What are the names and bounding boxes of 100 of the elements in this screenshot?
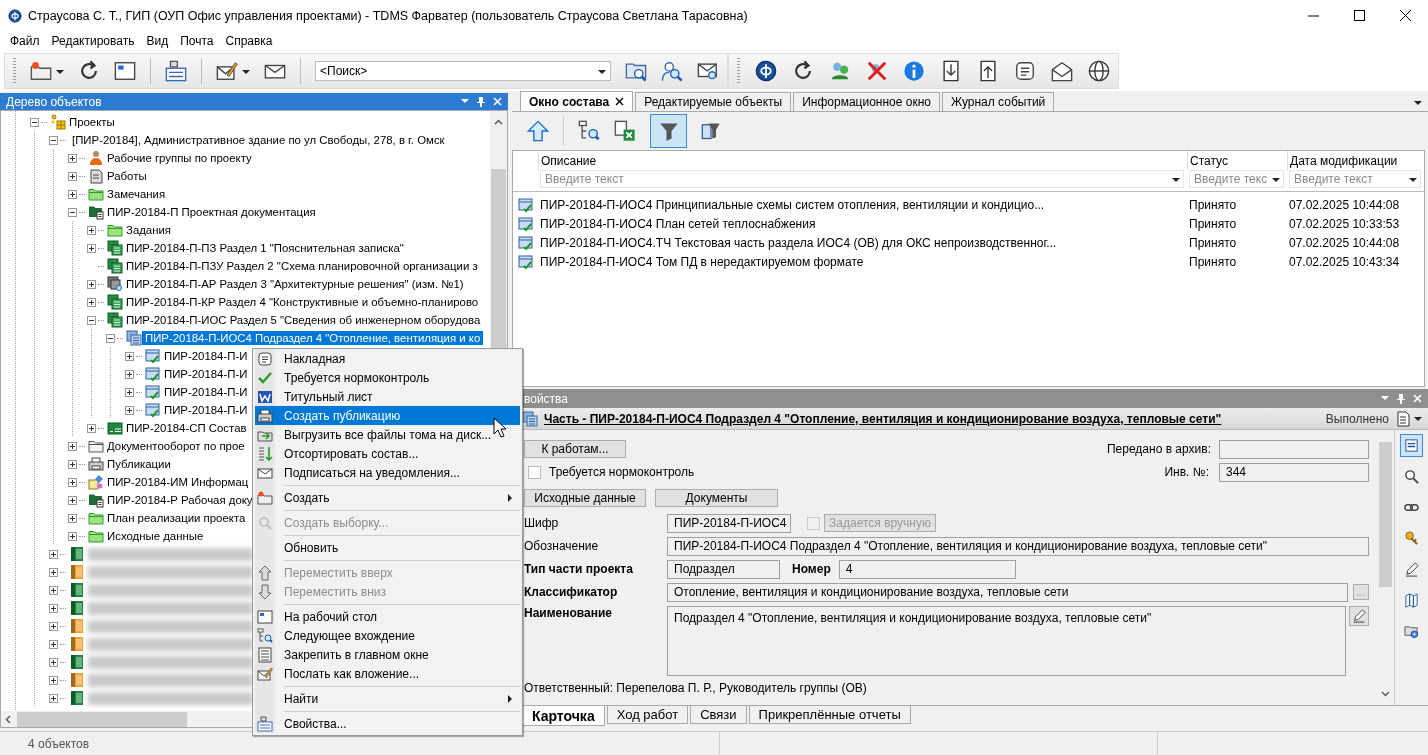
expand-icon[interactable] <box>48 603 58 613</box>
menu-item[interactable]: Вид <box>140 34 175 48</box>
sheet-export-icon[interactable] <box>614 120 636 142</box>
properties-icon[interactable] <box>165 60 187 82</box>
expand-icon[interactable] <box>48 585 58 595</box>
text-field[interactable]: ПИР-20184-П-ИОС4 Подраздел 4 "Отопление, вентиляция и кондиционирование воздуха, тепловые сети" <box>667 536 1369 556</box>
text-field[interactable] <box>1219 439 1369 459</box>
caret-icon[interactable] <box>1414 416 1422 421</box>
collapse-icon[interactable] <box>48 135 58 145</box>
collapse-icon[interactable] <box>86 315 96 325</box>
people-sync-icon[interactable] <box>829 60 851 82</box>
scroll-thumb[interactable] <box>17 711 187 727</box>
filter-field[interactable]: Введите текс <box>1189 170 1284 188</box>
expand-icon[interactable] <box>67 153 77 163</box>
collapse-icon[interactable] <box>67 207 77 217</box>
tree-item[interactable]: ПИР-20184-П-ПЗ Раздел 1 "Пояснительная записка" <box>123 241 407 255</box>
expand-icon[interactable] <box>124 387 134 397</box>
expand-icon[interactable] <box>67 531 77 541</box>
tree-item[interactable]: ПИР-20184-П-ПЗУ Раздел 2 "Схема планировочной организации з <box>123 259 481 273</box>
window-icon[interactable] <box>114 60 136 82</box>
caret-icon[interactable] <box>1414 100 1422 105</box>
expand-icon[interactable] <box>124 351 134 361</box>
text-field[interactable]: ПИР-20184-П-ИОС4 <box>667 513 791 533</box>
close-icon[interactable] <box>615 97 625 106</box>
tree-item[interactable]: ПИР-20184-П-И <box>161 349 251 363</box>
tree-item[interactable]: ПИР-20184-П-И <box>161 367 251 381</box>
tree-item[interactable]: ПИР-20184-Р Рабочая доку <box>104 493 256 507</box>
text-field[interactable]: Отопление, вентиляция и кондиционирование воздуха, тепловые сети <box>667 582 1348 602</box>
checkbox[interactable] <box>528 465 541 479</box>
arrow-up-icon[interactable] <box>527 120 549 142</box>
text-field[interactable]: Подраздел <box>667 559 780 579</box>
source-data-button[interactable]: Исходные данные <box>524 489 646 507</box>
tree-item[interactable]: Публикации <box>104 457 174 471</box>
collapse-icon[interactable] <box>105 333 115 343</box>
document-arrow-up-icon[interactable] <box>977 60 999 82</box>
tab[interactable]: Информационное окно <box>793 92 940 111</box>
expand-icon[interactable] <box>48 675 58 685</box>
expand-icon[interactable] <box>86 243 96 253</box>
tree-item[interactable]: Проекты <box>66 115 118 129</box>
folder-search-icon[interactable] <box>625 60 647 82</box>
refresh-icon[interactable] <box>792 60 814 82</box>
tab[interactable]: Редактируемые объекты <box>635 92 792 111</box>
text-field[interactable]: Подраздел 4 "Отопление, вентиляция и кондиционирование воздуха, тепловые сети" <box>667 606 1346 676</box>
tab[interactable]: Ход работ <box>606 706 689 724</box>
expand-icon[interactable] <box>48 639 58 649</box>
expand-icon[interactable] <box>86 423 96 433</box>
tree-item[interactable]: Рабочие группы по проекту <box>104 151 255 165</box>
tree-item[interactable]: Задания <box>123 223 175 237</box>
refresh-icon[interactable] <box>78 60 100 82</box>
tree-item[interactable]: ПИР-20184-ИМ Информац <box>104 475 252 489</box>
text-field[interactable]: 4 <box>838 559 1016 579</box>
documents-button[interactable]: Документы <box>655 489 778 507</box>
expand-icon[interactable] <box>48 567 58 577</box>
menu-item[interactable]: Справка <box>219 34 279 48</box>
tree-item[interactable]: Замечания <box>104 187 169 201</box>
filter-button[interactable] <box>650 114 687 148</box>
tree-item[interactable]: ПИР-20184-П-И <box>161 385 251 399</box>
chevron-up-icon[interactable] <box>494 119 503 125</box>
pin-icon[interactable] <box>477 96 485 107</box>
expand-icon[interactable] <box>86 297 96 307</box>
collapse-icon[interactable] <box>29 117 39 127</box>
tree-item[interactable]: ПИР-20184-П-ИОС4 Подраздел 4 "Отопление, вентиляция и ко <box>142 331 484 345</box>
note-icon[interactable] <box>1014 60 1036 82</box>
expand-icon[interactable] <box>86 279 96 289</box>
tree-item[interactable]: ПИР-20184-П-КР Раздел 4 "Конструктивные и объемно-планирово <box>123 295 482 309</box>
tree-item[interactable]: Работы <box>104 169 150 183</box>
tree-item[interactable]: ПИР-20184-П Проектная документация <box>104 205 319 219</box>
logo-icon[interactable] <box>755 60 777 82</box>
mail-open-icon[interactable] <box>1051 60 1073 82</box>
chevron-left-icon[interactable] <box>5 714 11 724</box>
expand-icon[interactable] <box>67 171 77 181</box>
expand-icon[interactable] <box>86 225 96 235</box>
close-icon[interactable] <box>1398 7 1414 24</box>
caret-icon[interactable] <box>242 68 250 74</box>
tab[interactable]: Связи <box>690 706 747 724</box>
search-combo[interactable]: <Поиск> <box>315 61 611 81</box>
filter-field[interactable]: Введите текст <box>540 170 1184 188</box>
chevron-down-icon[interactable] <box>1381 691 1390 697</box>
document-arrow-down-icon[interactable] <box>940 60 962 82</box>
pin-icon[interactable] <box>1397 393 1405 404</box>
info-icon[interactable] <box>903 60 925 82</box>
expand-icon[interactable] <box>48 549 58 559</box>
maximize-icon[interactable] <box>1352 7 1368 24</box>
edit-button[interactable] <box>1349 606 1369 626</box>
object-link[interactable]: Часть - ПИР-20184-П-ИОС4 Подраздел 4 "Отопление, вентиляция и кондиционирование воздуха, тепловые сети" <box>544 411 1320 426</box>
tree-item[interactable]: ПИР-20184-П-ИОС Раздел 5 "Сведения об инженерном оборудова <box>123 313 484 327</box>
menu-item[interactable]: Редактировать <box>45 34 141 48</box>
expand-icon[interactable] <box>124 405 134 415</box>
text-field[interactable]: 344 <box>1219 462 1369 482</box>
tab[interactable]: Окно состава <box>520 91 634 111</box>
tab[interactable]: Карточка <box>522 706 605 726</box>
expand-icon[interactable] <box>67 459 77 469</box>
tree-item[interactable]: ПИР-20184-П-АР Раздел 3 "Архитектурные решения" (изм. №1) <box>123 277 467 291</box>
to-works-button[interactable]: К работам... <box>524 440 626 458</box>
tree-item[interactable]: [ПИР-20184], Административное здание по ул Свободы, 278, в г. Омск <box>69 133 448 147</box>
menu-item[interactable]: Создать публикацию <box>255 406 520 425</box>
tree-item[interactable]: План реализации проекта <box>104 511 249 525</box>
menu-item[interactable]: Почта <box>174 34 220 48</box>
globe-icon[interactable] <box>1088 60 1110 82</box>
caret-icon[interactable] <box>598 68 606 74</box>
